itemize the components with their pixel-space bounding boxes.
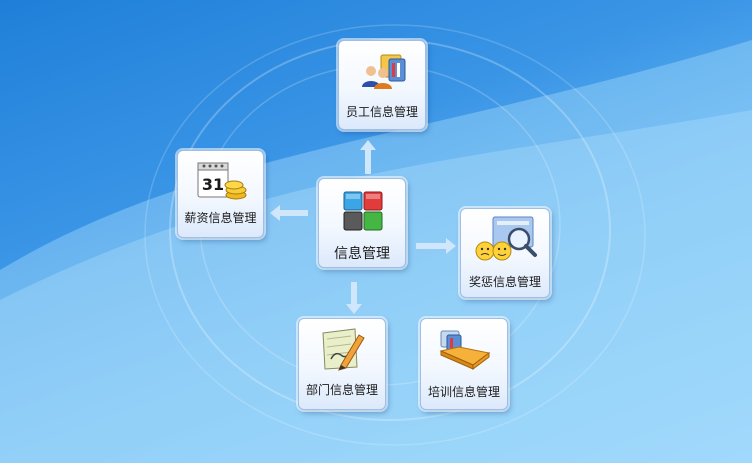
department-info-tile[interactable]: 部门信息管理 (298, 318, 386, 410)
department-info-label: 部门信息管理 (305, 383, 378, 397)
salary-info-tile[interactable]: 31 薪资信息管理 (177, 150, 264, 238)
info-management-center-tile[interactable]: 信息管理 (318, 178, 406, 268)
app-background: 信息管理 员工信息管理 31 薪资信息管理 奖惩信息管理 部门信息管理 培训信息… (0, 0, 752, 463)
employee-info-tile[interactable]: 员工信息管理 (338, 40, 426, 130)
arrow-left (270, 205, 308, 221)
colored-cubes-icon (343, 191, 383, 231)
center-label: 信息管理 (334, 246, 390, 262)
arrow-up (360, 140, 376, 174)
people-folder-icon (362, 54, 406, 89)
orange-folder-icon (439, 330, 491, 370)
reward-punishment-info-tile[interactable]: 奖惩信息管理 (460, 208, 550, 298)
arrow-right (416, 238, 456, 254)
reward-punishment-info-label: 奖惩信息管理 (468, 275, 541, 289)
calendar-day-number: 31 (202, 175, 224, 194)
salary-info-label: 薪资信息管理 (184, 211, 257, 225)
employee-info-label: 员工信息管理 (345, 105, 418, 119)
arrow-down (346, 282, 362, 314)
training-info-label: 培训信息管理 (427, 385, 500, 399)
faces-magnifier-icon (475, 216, 537, 261)
training-info-tile[interactable]: 培训信息管理 (420, 318, 508, 410)
pencil-notepad-icon (322, 328, 365, 371)
calendar-coins-icon: 31 (197, 162, 247, 200)
